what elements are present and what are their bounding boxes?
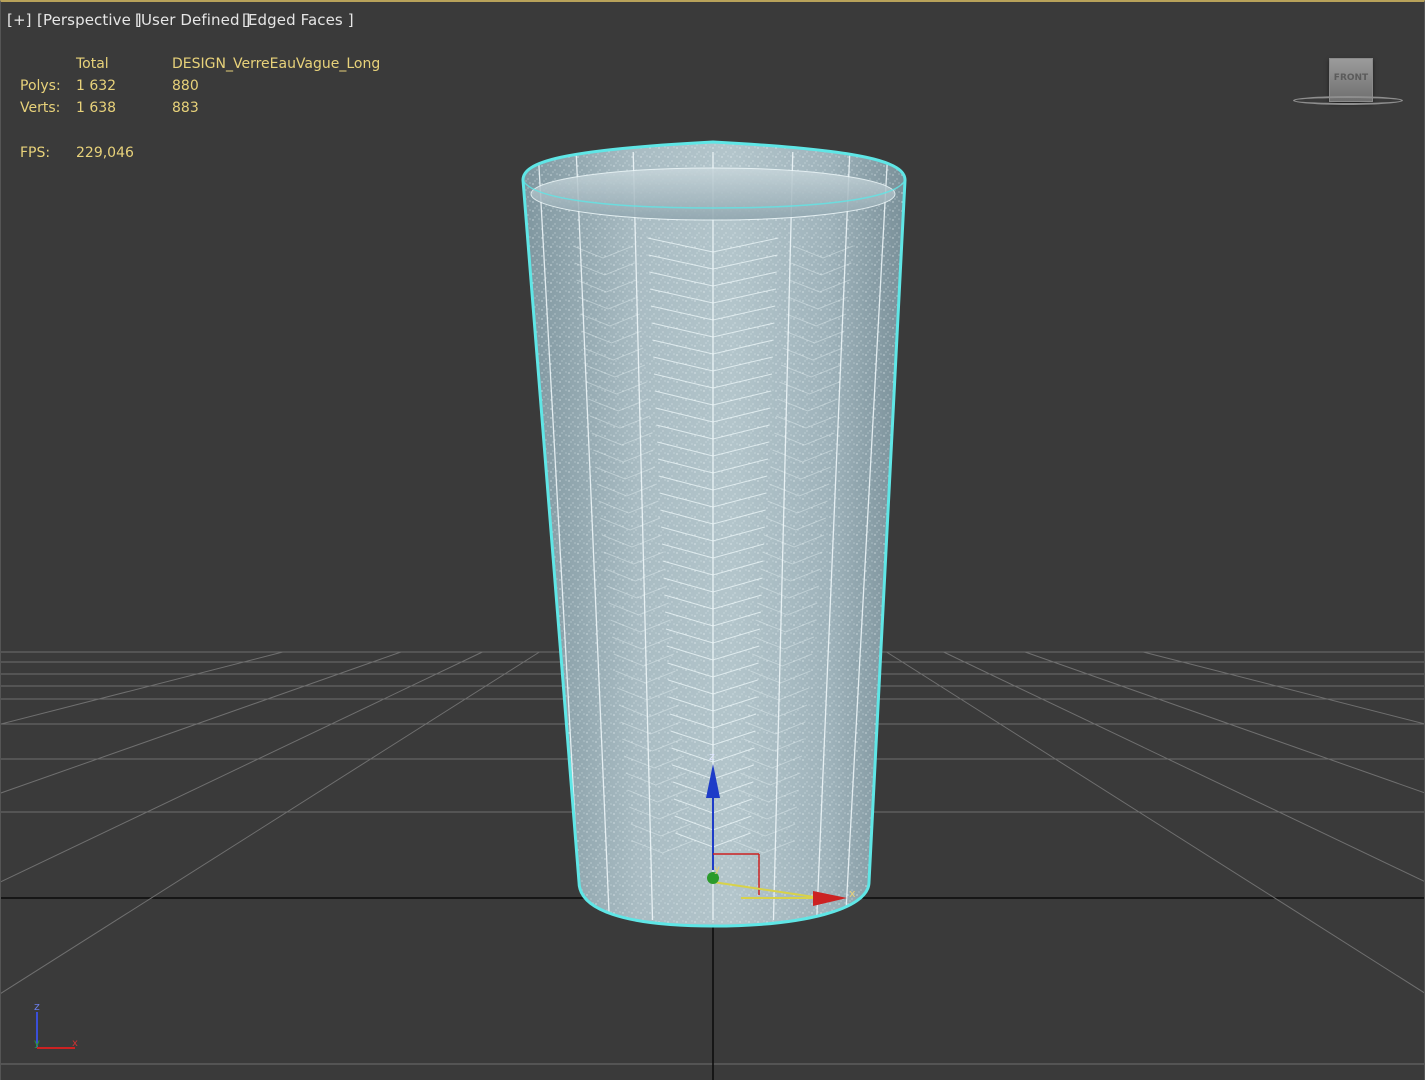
stats-col-object: DESIGN_VerreEauVague_Long [172,56,381,72]
stats-verts-total: 1 638 [76,100,117,116]
grid-line-radial [943,651,1424,882]
stats-fps-value: 229,046 [76,145,134,161]
stats-polys-total: 1 632 [76,78,117,94]
stats-verts-object: 883 [172,100,199,116]
viewport-menu-point-of-view[interactable]: [Perspective ] [37,11,142,29]
stats-verts-label: Verts: [20,100,61,116]
stats-polys-label: Polys: [20,78,61,94]
grid-line-radial [1,651,483,883]
gizmo-x-label: x [849,887,856,900]
stats-polys-object: 880 [172,78,199,94]
grid-line-radial [1,651,283,725]
scene-canvas[interactable]: z x y z x y [1,2,1425,1080]
tripod-x-label: x [72,1038,78,1049]
glass-inner-rim [530,167,896,221]
stats-fps-label: FPS: [20,145,51,161]
grid-line-radial [886,651,1424,994]
perspective-viewport[interactable]: z x y z x y [+] [Perspective ] [User Def… [0,0,1425,1080]
viewcube[interactable]: FRONT [1291,56,1407,110]
tripod-y-label: y [34,1038,40,1049]
viewport-menu-display-mode[interactable]: [Edged Faces ] [242,11,354,29]
grid-line-radial [1143,651,1424,725]
stats-col-total: Total [76,56,109,72]
viewport-menu-shading[interactable]: [User Defined ] [135,11,250,29]
viewcube-compass-ring[interactable] [1293,96,1403,105]
viewport-menu-plus[interactable]: [+] [7,11,32,29]
viewcube-face-label: FRONT [1333,73,1369,83]
grid-line-radial [1,651,540,994]
tripod-z-label: z [34,1000,40,1013]
axis-tripod: z x y [34,1000,78,1049]
gizmo-z-label: z [709,750,715,763]
gizmo-y-label: y [714,864,720,875]
